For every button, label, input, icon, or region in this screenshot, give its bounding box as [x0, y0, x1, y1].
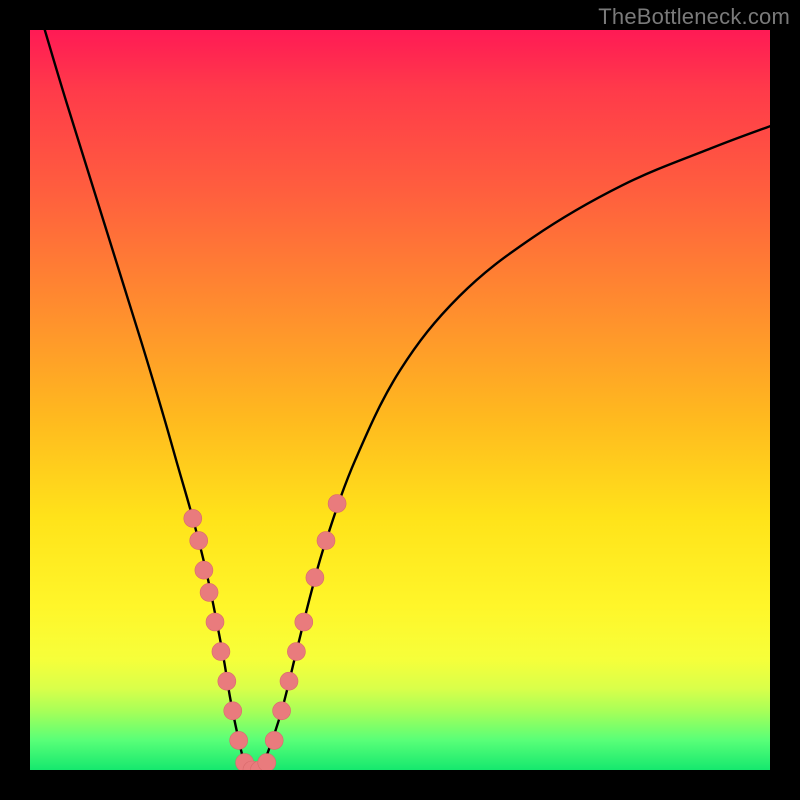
watermark-text: TheBottleneck.com: [598, 4, 790, 30]
outer-frame: TheBottleneck.com: [0, 0, 800, 800]
plot-area: [30, 30, 770, 770]
marker-dot: [218, 672, 236, 690]
marker-dot: [206, 613, 224, 631]
bottleneck-curve: [45, 30, 770, 770]
marker-dot: [200, 583, 218, 601]
data-markers: [184, 495, 346, 770]
marker-dot: [328, 495, 346, 513]
marker-dot: [190, 532, 208, 550]
marker-dot: [273, 702, 291, 720]
marker-dot: [317, 532, 335, 550]
marker-dot: [265, 731, 283, 749]
marker-dot: [224, 702, 242, 720]
marker-dot: [287, 643, 305, 661]
chart-svg: [30, 30, 770, 770]
marker-dot: [295, 613, 313, 631]
marker-dot: [258, 754, 276, 770]
marker-dot: [212, 643, 230, 661]
marker-dot: [195, 561, 213, 579]
marker-dot: [306, 569, 324, 587]
marker-dot: [230, 731, 248, 749]
marker-dot: [184, 509, 202, 527]
marker-dot: [280, 672, 298, 690]
